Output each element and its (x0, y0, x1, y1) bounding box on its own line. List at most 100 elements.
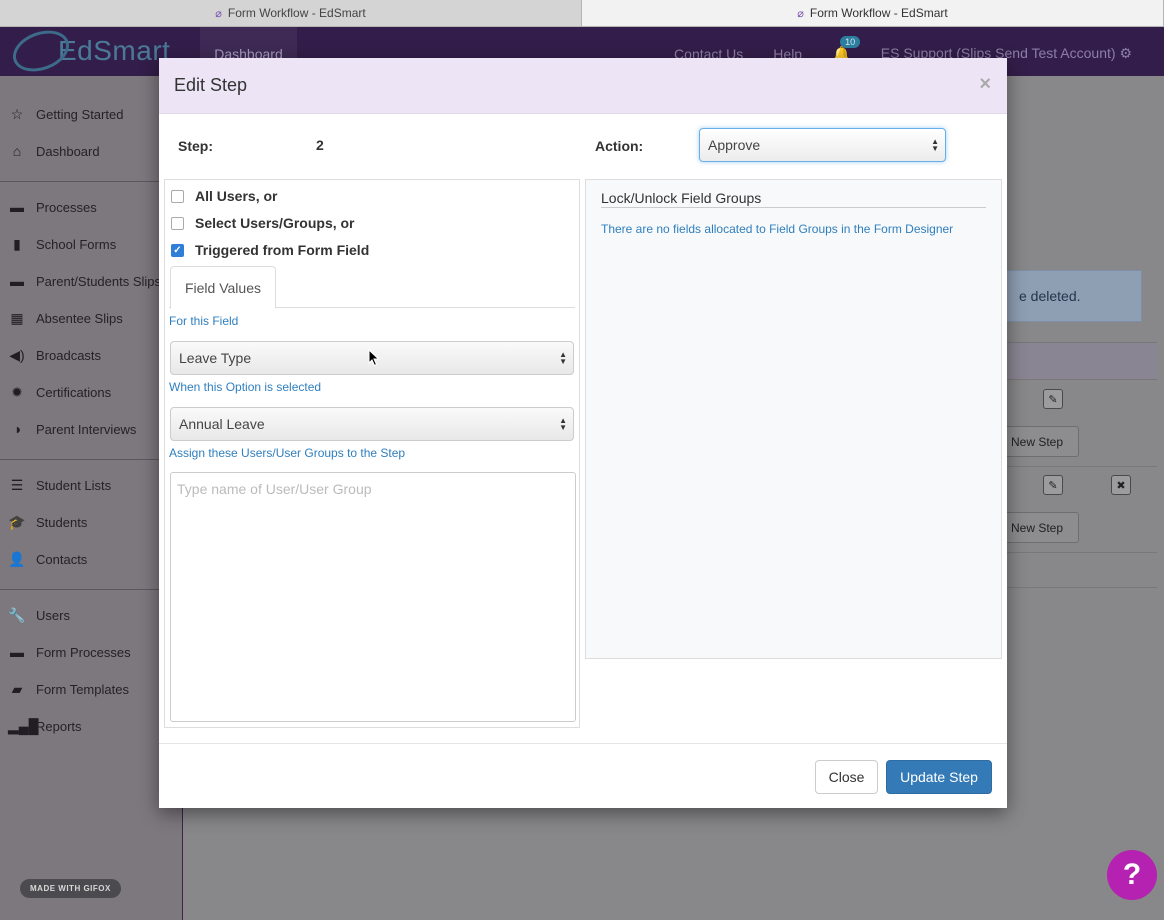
all-users-label: All Users, or (195, 188, 278, 204)
select-users-checkbox[interactable] (171, 216, 184, 230)
sidebar-item-certifications[interactable]: ✹ Certifications (8, 384, 111, 401)
briefcase-icon: ▬ (10, 273, 24, 289)
briefcase-icon: ▬ (10, 199, 24, 215)
add-new-step-button[interactable]: d New Step (1000, 512, 1079, 543)
edit-icon[interactable]: ✎ (1043, 389, 1063, 409)
background-alert: e deleted. (1000, 270, 1142, 322)
edit-icon[interactable]: ✎ (1043, 475, 1063, 495)
megaphone-icon: ◀) (9, 347, 25, 363)
edsmart-favicon-icon: ⌀ (797, 7, 804, 20)
browser-tab-bar: ⌀ Form Workflow - EdSmart ⌀ Form Workflo… (0, 0, 1164, 27)
sidebar-item-label: Student Lists (36, 478, 112, 493)
update-step-button[interactable]: Update Step (886, 760, 992, 794)
calendar-icon: ▦ (10, 310, 24, 326)
assign-users-label: Assign these Users/User Groups to the St… (169, 446, 406, 460)
sidebar-item-form-processes[interactable]: ▬ Form Processes (8, 644, 131, 660)
modal-header: Edit Step × (159, 58, 1007, 114)
sidebar-item-label: Students (36, 515, 88, 530)
browser-tab[interactable]: ⌀ Form Workflow - EdSmart (0, 0, 582, 26)
modal-footer: Close Update Step (159, 743, 1007, 808)
tab-field-values[interactable]: Field Values (170, 266, 276, 309)
sidebar-item-student-lists[interactable]: ☰ Student Lists (8, 477, 111, 494)
browser-tab-title: Form Workflow - EdSmart (809, 6, 948, 20)
wrench-icon: 🔧 (8, 607, 26, 623)
sidebar-item-broadcasts[interactable]: ◀) Broadcasts (8, 347, 101, 364)
modal-title: Edit Step (174, 75, 248, 95)
when-option-label: When this Option is selected (169, 380, 322, 394)
sidebar-item-label: Processes (36, 199, 97, 215)
sidebar-item-school-forms[interactable]: ▮ School Forms (8, 236, 116, 253)
all-users-option[interactable]: All Users, or (171, 188, 277, 204)
edsmart-favicon-icon: ⌀ (215, 7, 222, 20)
assignment-panel: All Users, or Select Users/Groups, or ✓ … (164, 179, 580, 728)
delete-icon[interactable]: ✖ (1111, 475, 1131, 495)
action-select[interactable]: Approve ▲ ▼ (699, 128, 946, 162)
browser-tab-title: Form Workflow - EdSmart (227, 6, 366, 20)
notification-count-badge: 10 (840, 35, 861, 48)
select-arrows-icon: ▲ ▼ (559, 416, 567, 432)
sidebar-item-processes[interactable]: ▬ Processes (8, 199, 97, 215)
sidebar-item-contacts[interactable]: 👤 Contacts (8, 551, 87, 568)
help-chat-button[interactable]: ? (1107, 850, 1157, 900)
triggered-checkbox[interactable]: ✓ (171, 243, 184, 257)
select-users-option[interactable]: Select Users/Groups, or (171, 215, 355, 231)
add-new-step-button[interactable]: d New Step (1000, 426, 1079, 457)
sidebar-divider (0, 589, 183, 590)
edit-step-modal: Edit Step × Step: 2 Action: Approve ▲ ▼ A… (159, 58, 1007, 808)
close-icon[interactable]: × (979, 73, 991, 96)
all-users-checkbox[interactable] (171, 189, 184, 203)
select-arrows-icon: ▲ ▼ (559, 350, 567, 366)
certificate-icon: ✹ (11, 384, 23, 400)
briefcase-icon: ▬ (10, 644, 24, 660)
contrast-icon: ◑ (12, 421, 22, 437)
table-row (1000, 552, 1157, 588)
step-number: 2 (316, 137, 324, 153)
triggered-label: Triggered from Form Field (195, 242, 370, 258)
sidebar-item-absentee-slips[interactable]: ▦ Absentee Slips (8, 310, 122, 327)
users-input-placeholder: Type name of User/User Group (177, 481, 372, 497)
sidebar-item-form-templates[interactable]: ▰ Form Templates (8, 681, 129, 698)
action-selected-value: Approve (708, 137, 761, 153)
sidebar-item-reports[interactable]: ▂▄█ Reports (8, 718, 82, 735)
gear-icon: ⚙ (1119, 45, 1132, 61)
background-table-header (1000, 342, 1157, 379)
sidebar-item-label: Dashboard (36, 143, 100, 159)
sidebar-item-label: Form Templates (36, 682, 129, 697)
sidebar-item-parent-students-slips[interactable]: ▬ Parent/Students Slips (8, 273, 161, 289)
graduation-cap-icon: 🎓 (8, 514, 26, 530)
sidebar-item-label: Certifications (36, 385, 112, 400)
lock-unlock-heading: Lock/Unlock Field Groups (601, 190, 986, 208)
sidebar-item-label: Reports (36, 719, 82, 734)
sidebar-item-parent-interviews[interactable]: ◑ Parent Interviews (8, 421, 137, 437)
browser-tab-active[interactable]: ⌀ Form Workflow - EdSmart (582, 0, 1164, 26)
close-button[interactable]: Close (815, 760, 878, 794)
sidebar-item-label: School Forms (36, 237, 117, 252)
add-new-step-label: d New Step (1001, 520, 1064, 535)
field-tabs: Field Values (169, 266, 575, 309)
sidebar-item-label: Users (36, 608, 70, 623)
sidebar-item-dashboard[interactable]: ⌂ Dashboard (8, 143, 100, 159)
sidebar-divider (0, 459, 183, 460)
users-groups-input[interactable]: Type name of User/User Group (170, 472, 576, 722)
list-icon: ☰ (10, 477, 24, 493)
sidebar: ☆ Getting Started ⌂ Dashboard ▬ Processes ▮… (0, 76, 183, 920)
field-selected-value: Leave Type (179, 350, 252, 366)
star-icon: ☆ (10, 106, 24, 122)
user-icon: 👤 (8, 551, 26, 567)
sidebar-item-label: Contacts (36, 552, 88, 567)
sidebar-item-users[interactable]: 🔧 Users (8, 607, 70, 624)
triggered-field-option[interactable]: ✓ Triggered from Form Field (171, 242, 369, 258)
logo-swoosh-icon (7, 23, 75, 79)
edsmart-logo[interactable]: EdSmart (7, 23, 171, 79)
logo-text: EdSmart (58, 35, 171, 66)
sidebar-item-label: Broadcasts (36, 348, 102, 363)
mouse-pointer-icon (368, 349, 380, 367)
sidebar-item-getting-started[interactable]: ☆ Getting Started (8, 106, 124, 123)
no-field-groups-note: There are no fields allocated to Field G… (601, 222, 954, 236)
table-row (1000, 379, 1157, 418)
option-select[interactable]: Annual Leave ▲ ▼ (170, 407, 574, 441)
bar-chart-icon: ▂▄█ (8, 718, 39, 734)
gifox-watermark: MADE WITH GIFOX (20, 879, 121, 898)
sidebar-item-students[interactable]: 🎓 Students (8, 514, 87, 531)
sidebar-item-label: Parent/Students Slips (36, 273, 162, 289)
